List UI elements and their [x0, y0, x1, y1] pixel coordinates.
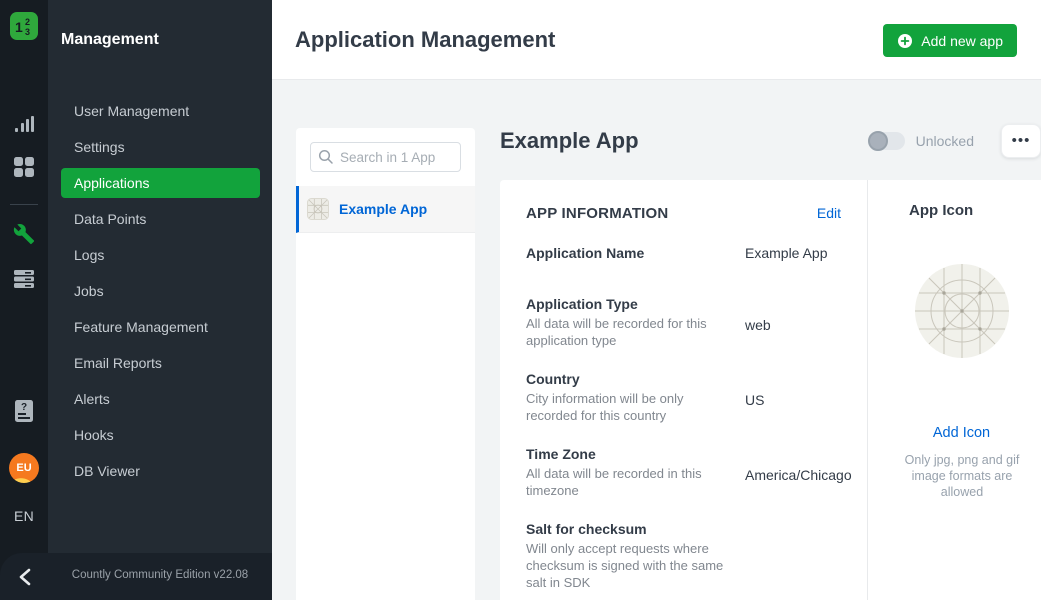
app-list-item-example-app[interactable]: Example App: [296, 186, 475, 233]
svg-text:2: 2: [25, 17, 30, 27]
svg-text:1: 1: [15, 19, 23, 35]
row-label: Time Zone: [526, 444, 727, 464]
info-row-country: Country City information will be only re…: [526, 369, 841, 424]
sidebar-item-jobs[interactable]: Jobs: [61, 276, 260, 306]
app-title: Example App: [500, 128, 869, 154]
language-selector[interactable]: EN: [0, 508, 48, 524]
app-list-item-label: Example App: [339, 201, 427, 217]
help-doc-icon[interactable]: ?: [12, 399, 36, 423]
page-header: Application Management Add new app: [272, 0, 1041, 80]
sidebar-item-user-management[interactable]: User Management: [61, 96, 260, 126]
row-description: All data will be recorded for this appli…: [526, 315, 726, 349]
add-new-app-button[interactable]: Add new app: [883, 24, 1017, 57]
row-label: Application Type: [526, 294, 727, 314]
app-detail-card: APP INFORMATION Edit Application Name Ex…: [500, 180, 1041, 600]
edit-link[interactable]: Edit: [817, 205, 841, 221]
collapse-sidebar-icon[interactable]: [14, 566, 36, 588]
app-icon-panel: App Icon Add Ico: [868, 180, 1041, 600]
row-label: Country: [526, 369, 727, 389]
sidebar-item-feature-management[interactable]: Feature Management: [61, 312, 260, 342]
lock-toggle-knob: [868, 131, 888, 151]
app-thumbnail-icon: [307, 198, 329, 220]
svg-text:3: 3: [25, 27, 30, 37]
rail-divider: [10, 204, 38, 205]
sidebar-item-db-viewer[interactable]: DB Viewer: [61, 456, 260, 486]
sidebar-title: Management: [61, 31, 159, 49]
icon-format-note: Only jpg, png and gif image formats are …: [892, 452, 1032, 500]
server-stack-icon[interactable]: [12, 267, 36, 291]
management-wrench-icon[interactable]: [12, 222, 36, 246]
sidebar-item-data-points[interactable]: Data Points: [61, 204, 260, 234]
info-row-time-zone: Time Zone All data will be recorded in t…: [526, 444, 841, 499]
version-label: Countly Community Edition v22.08: [48, 569, 272, 581]
lock-toggle[interactable]: [869, 132, 905, 150]
app-detail-header: Example App Unlocked •••: [500, 121, 1041, 161]
icon-rail: 1 2 3: [0, 0, 48, 600]
sidebar-nav: User Management Settings Applications Da…: [61, 96, 260, 492]
info-row-salt-for-checksum: Salt for checksum Will only accept reque…: [526, 519, 841, 591]
svg-text:?: ?: [21, 402, 27, 413]
app-search: [310, 142, 461, 172]
sidebar-item-settings[interactable]: Settings: [61, 132, 260, 162]
analytics-bars-icon[interactable]: [12, 112, 36, 136]
countly-logo-icon[interactable]: 1 2 3: [10, 12, 38, 40]
sidebar-item-logs[interactable]: Logs: [61, 240, 260, 270]
more-options-button[interactable]: •••: [1001, 124, 1041, 158]
sidebar-item-hooks[interactable]: Hooks: [61, 420, 260, 450]
app-list-panel: Example App: [296, 128, 475, 600]
page-title: Application Management: [295, 27, 555, 53]
app-icon-heading: App Icon: [868, 202, 1041, 219]
sidebar-item-email-reports[interactable]: Email Reports: [61, 348, 260, 378]
plus-circle-icon: [897, 33, 913, 49]
lock-status-label: Unlocked: [916, 133, 974, 149]
app-information-heading: APP INFORMATION: [526, 205, 817, 222]
search-icon: [318, 149, 334, 165]
sidebar-footer: Countly Community Edition v22.08: [0, 553, 272, 600]
apps-grid-icon[interactable]: [12, 155, 36, 179]
row-label: Salt for checksum: [526, 519, 727, 539]
row-value: Example App: [745, 243, 828, 263]
app-icon-placeholder: [868, 263, 1041, 364]
row-label: Application Name: [526, 243, 727, 263]
add-icon-link[interactable]: Add Icon: [868, 425, 1041, 441]
row-description: City information will be only recorded f…: [526, 390, 726, 424]
row-value: US: [745, 369, 764, 424]
user-avatar[interactable]: EU: [9, 453, 39, 483]
app-information-section: APP INFORMATION Edit Application Name Ex…: [500, 180, 868, 600]
info-row-application-type: Application Type All data will be record…: [526, 294, 841, 349]
management-sidebar: Management User Management Settings Appl…: [48, 0, 272, 600]
content-area: Example App Example App Unlocked ••• APP…: [272, 81, 1041, 600]
sidebar-item-applications[interactable]: Applications: [61, 168, 260, 198]
row-value: web: [745, 294, 771, 349]
info-row-application-name: Application Name Example App: [526, 243, 841, 263]
sidebar-item-alerts[interactable]: Alerts: [61, 384, 260, 414]
row-description: All data will be recorded in this timezo…: [526, 465, 726, 499]
row-description: Will only accept requests where checksum…: [526, 540, 726, 591]
row-value: America/Chicago: [745, 444, 852, 499]
add-new-app-label: Add new app: [921, 33, 1003, 49]
